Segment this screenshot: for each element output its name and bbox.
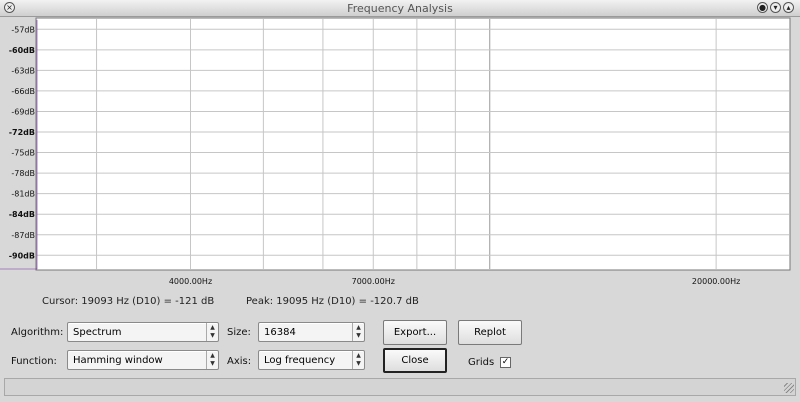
spin-arrows-icon: ▲ ▼ [206,351,218,369]
y-tick-label: -72dB [9,128,35,137]
x-tick-label: 7000.00Hz [352,277,395,286]
x-tick-label: 20000.00Hz [692,277,740,286]
grids-checkbox[interactable]: ✓ [500,357,511,368]
menu-icon[interactable]: ● [757,2,768,13]
minimize-icon[interactable]: ▾ [770,2,781,13]
y-tick-label: -84dB [9,210,35,219]
y-tick-label: -66dB [11,87,35,96]
axis-select[interactable]: Log frequency ▲ ▼ [258,350,365,370]
y-tick-label: -90dB [9,251,35,260]
y-tick-label: -81dB [11,190,35,199]
cursor-readout: Cursor: 19093 Hz (D10) = -121 dB [42,296,215,307]
y-tick-label: -87dB [11,231,35,240]
x-axis-labels: 3.00Hz5.00Hz10.00Hz20.00Hz40.00Hz61.00Hz… [169,277,740,286]
maximize-icon[interactable]: ▴ [783,2,794,13]
spin-arrows-icon: ▲ ▼ [206,323,218,341]
status-bar [4,378,796,396]
function-label: Function: [11,356,57,367]
y-tick-label: -75dB [11,149,35,158]
algorithm-value: Spectrum [73,327,122,338]
size-value: 16384 [264,327,296,338]
function-value: Hamming window [73,355,163,366]
y-axis-labels: -57dB -60dB -63dB -66dB -69dB -72dB -75dB -78dB… [9,25,35,260]
function-select[interactable]: Hamming window ▲ ▼ [67,350,219,370]
checkmark-icon: ✓ [501,357,510,367]
replot-button[interactable]: Replot [458,320,522,345]
size-select[interactable]: 16384 ▲ ▼ [258,322,365,342]
y-tick-label: -60dB [9,46,35,55]
y-tick-label: -69dB [11,107,35,116]
y-tick-label: -57dB [11,25,35,34]
plot-area [35,17,791,271]
export-button[interactable]: Export... [383,320,447,345]
x-tick-label: 4000.00Hz [169,277,212,286]
algorithm-select[interactable]: Spectrum ▲ ▼ [67,322,219,342]
algorithm-label: Algorithm: [11,327,64,338]
y-tick-label: -63dB [11,66,35,75]
axis-value: Log frequency [264,355,336,366]
window-title: Frequency Analysis [347,2,453,15]
spectrum-plot[interactable]: -57dB -60dB -63dB -66dB -69dB -72dB -75dB -78dB… [0,17,800,293]
spin-arrows-icon: ▲ ▼ [352,351,364,369]
resize-grip-icon[interactable] [784,383,794,393]
grids-label: Grids [468,357,495,368]
peak-readout: Peak: 19095 Hz (D10) = -120.7 dB [246,296,419,307]
spin-arrows-icon: ▲ ▼ [352,323,364,341]
size-label: Size: [227,327,251,338]
title-bar: × Frequency Analysis ● ▾ ▴ [0,0,800,17]
y-tick-label: -78dB [11,169,35,178]
axis-label: Axis: [227,356,252,367]
close-button[interactable]: Close [383,348,447,373]
